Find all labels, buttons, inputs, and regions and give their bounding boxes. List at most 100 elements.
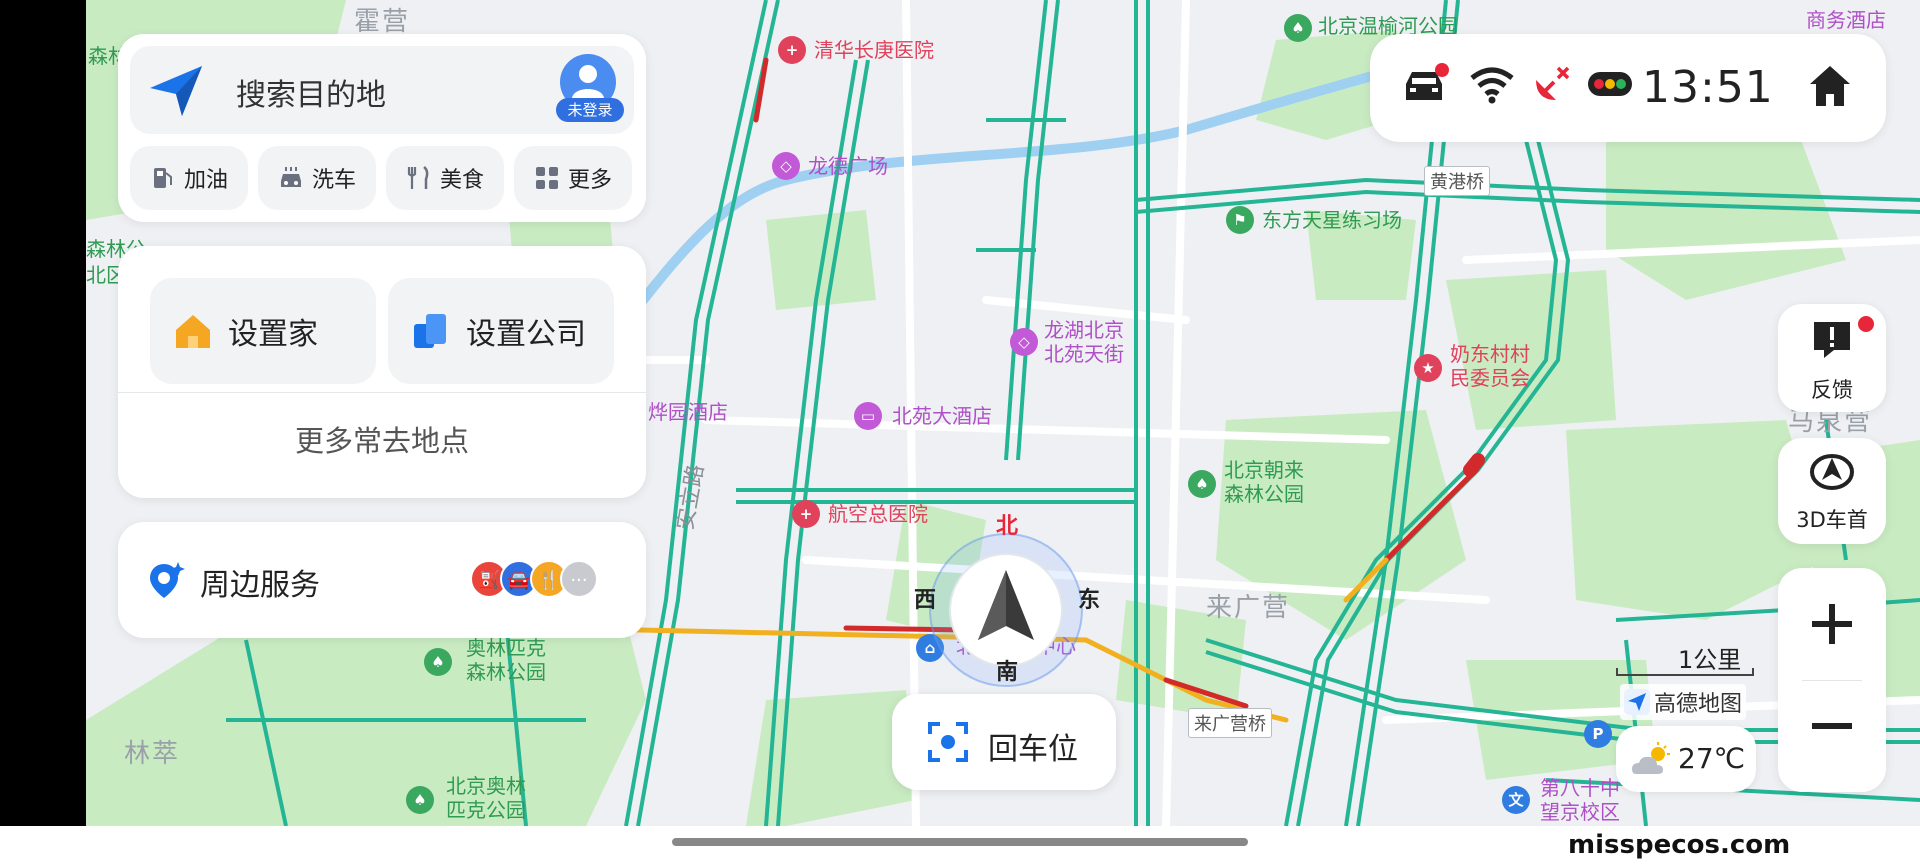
view-mode-button[interactable]: 3D车首 bbox=[1778, 438, 1886, 544]
search-input[interactable]: 搜索目的地 未登录 bbox=[130, 46, 634, 134]
compass[interactable]: 北 南 东 西 bbox=[914, 514, 1100, 698]
food-label: 美食 bbox=[439, 168, 484, 193]
view-mode-label: 3D车首 bbox=[1796, 508, 1868, 532]
poi-label[interactable]: 北京朝来 森林公园 bbox=[1224, 458, 1304, 506]
more-dots-icon: ··· bbox=[560, 560, 598, 598]
parking-pin-icon[interactable]: P bbox=[1584, 720, 1612, 748]
poi-label[interactable]: 北京奥林 匹克公园 bbox=[446, 774, 526, 822]
search-card: 搜索目的地 未登录 加油 洗车 美食 更多 bbox=[118, 34, 646, 222]
set-home-button[interactable]: 设置家 bbox=[150, 278, 376, 384]
nearby-services-card[interactable]: 周边服务 ⛽ 🚘 🍴 ··· bbox=[118, 522, 646, 638]
feedback-label: 反馈 bbox=[1811, 378, 1853, 402]
navigation-arrow-icon bbox=[150, 66, 202, 116]
home-indicator[interactable] bbox=[672, 838, 1248, 846]
house-icon bbox=[176, 315, 210, 348]
car-wash-button[interactable]: 洗车 bbox=[258, 146, 376, 210]
map-brand-label: 高德地图 bbox=[1654, 692, 1743, 717]
poi-label[interactable]: 奶东村村 民委员会 bbox=[1450, 342, 1530, 390]
zoom-controls bbox=[1778, 568, 1886, 792]
compass-south: 南 bbox=[996, 660, 1019, 685]
watermark: misspecos.com bbox=[1568, 830, 1791, 860]
zoom-in-icon[interactable] bbox=[1808, 600, 1856, 648]
place-label: 霍营 bbox=[354, 7, 411, 37]
compass-north: 北 bbox=[996, 514, 1019, 539]
divider bbox=[1802, 680, 1862, 681]
hospital-pin-icon[interactable]: + bbox=[778, 36, 806, 64]
amap-logo-icon bbox=[1624, 689, 1650, 715]
poi-label[interactable]: 奥林匹克 森林公园 bbox=[466, 636, 546, 684]
place-label: 马泉营 bbox=[1788, 407, 1873, 437]
recenter-label: 回车位 bbox=[988, 732, 1078, 767]
scale-bar bbox=[1616, 668, 1754, 676]
status-bar: 13:51 bbox=[1370, 34, 1886, 142]
home-icon[interactable] bbox=[1806, 62, 1854, 110]
wifi-icon[interactable] bbox=[1468, 64, 1516, 104]
feedback-icon bbox=[1814, 322, 1850, 358]
weather-widget[interactable]: 27℃ bbox=[1616, 726, 1756, 792]
poi-label[interactable]: 东方天星练习场 bbox=[1262, 208, 1402, 232]
car-wash-label: 洗车 bbox=[311, 168, 356, 193]
golf-pin-icon[interactable]: ⚑ bbox=[1226, 206, 1254, 234]
grid-more-icon bbox=[535, 167, 558, 189]
clock: 13:51 bbox=[1642, 62, 1774, 113]
school-pin-icon[interactable]: 文 bbox=[1502, 786, 1530, 814]
map-brand: 高德地图 bbox=[1620, 684, 1747, 720]
search-placeholder: 搜索目的地 bbox=[236, 78, 386, 113]
car-wash-icon bbox=[280, 167, 301, 187]
recenter-button[interactable]: 回车位 bbox=[892, 694, 1116, 790]
poi-label[interactable]: 商务酒店 bbox=[1806, 8, 1886, 32]
temperature: 27℃ bbox=[1678, 742, 1746, 775]
park-pin-icon[interactable]: ♠ bbox=[406, 786, 434, 814]
more-frequent-places-link[interactable]: 更多常去地点 bbox=[118, 418, 646, 460]
compass-east: 东 bbox=[1078, 588, 1101, 613]
set-company-button[interactable]: 设置公司 bbox=[388, 278, 614, 384]
fuel-label: 加油 bbox=[183, 168, 228, 193]
fuel-button[interactable]: 加油 bbox=[130, 146, 248, 210]
poi-label[interactable]: 龙德广场 bbox=[808, 154, 888, 178]
compass-west: 西 bbox=[914, 588, 937, 613]
mall-pin-icon[interactable]: ◇ bbox=[1010, 328, 1038, 356]
nearby-services-label: 周边服务 bbox=[200, 568, 320, 603]
government-pin-icon[interactable]: ★ bbox=[1414, 354, 1442, 382]
building-icon bbox=[414, 314, 446, 348]
poi-label[interactable]: 航空总医院 bbox=[828, 502, 928, 526]
food-button[interactable]: 美食 bbox=[386, 146, 504, 210]
place-label: 来广营 bbox=[1206, 593, 1291, 623]
park-pin-icon[interactable]: ♠ bbox=[1284, 14, 1312, 42]
car-alert-icon[interactable] bbox=[1402, 62, 1452, 108]
more-button[interactable]: 更多 bbox=[514, 146, 632, 210]
poi-label[interactable]: 清华长庚医院 bbox=[814, 38, 934, 62]
poi-label[interactable]: 北苑大酒店 bbox=[892, 404, 992, 428]
locate-icon bbox=[928, 722, 968, 762]
partly-cloudy-icon bbox=[1632, 742, 1670, 774]
fuel-pump-icon bbox=[153, 168, 172, 188]
park-pin-icon[interactable]: ♠ bbox=[1188, 470, 1216, 498]
place-label: 林萃 bbox=[124, 739, 181, 769]
road-tag: 来广营桥 bbox=[1188, 708, 1272, 738]
set-home-label: 设置家 bbox=[228, 317, 318, 352]
divider bbox=[118, 392, 646, 393]
hotel-pin-icon[interactable]: ▭ bbox=[854, 402, 882, 430]
set-company-label: 设置公司 bbox=[466, 317, 586, 352]
car-heading-icon bbox=[1810, 454, 1854, 490]
poi-label[interactable]: 龙湖北京 北苑天街 bbox=[1044, 318, 1124, 366]
screen: + 清华长庚医院 ◇ 龙德广场 ◇ 龙湖北京 北苑天街 ▭ 北苑大酒店 烨园酒店… bbox=[0, 0, 1920, 864]
favorite-places-card: 设置家 设置公司 更多常去地点 bbox=[118, 246, 646, 498]
more-label: 更多 bbox=[567, 168, 612, 193]
left-black-bar bbox=[0, 0, 86, 826]
park-pin-icon[interactable]: ♠ bbox=[424, 648, 452, 676]
notification-dot bbox=[1858, 316, 1874, 332]
hospital-pin-icon[interactable]: + bbox=[792, 500, 820, 528]
road-tag: 黄港桥 bbox=[1424, 166, 1490, 196]
satellite-off-icon[interactable] bbox=[1530, 62, 1574, 106]
login-status-badge: 未登录 bbox=[556, 98, 624, 122]
zoom-out-icon[interactable] bbox=[1808, 720, 1856, 732]
mall-pin-icon[interactable]: ◇ bbox=[772, 152, 800, 180]
traffic-light-icon[interactable] bbox=[1588, 72, 1632, 96]
feedback-button[interactable]: 反馈 bbox=[1778, 304, 1886, 412]
poi-label[interactable]: 烨园酒店 bbox=[648, 400, 728, 424]
poi-label[interactable]: 第八十中 望京校区 bbox=[1540, 776, 1620, 824]
location-sparkle-icon bbox=[150, 562, 185, 598]
fork-knife-icon bbox=[407, 166, 429, 189]
user-avatar[interactable]: 未登录 bbox=[556, 54, 624, 126]
